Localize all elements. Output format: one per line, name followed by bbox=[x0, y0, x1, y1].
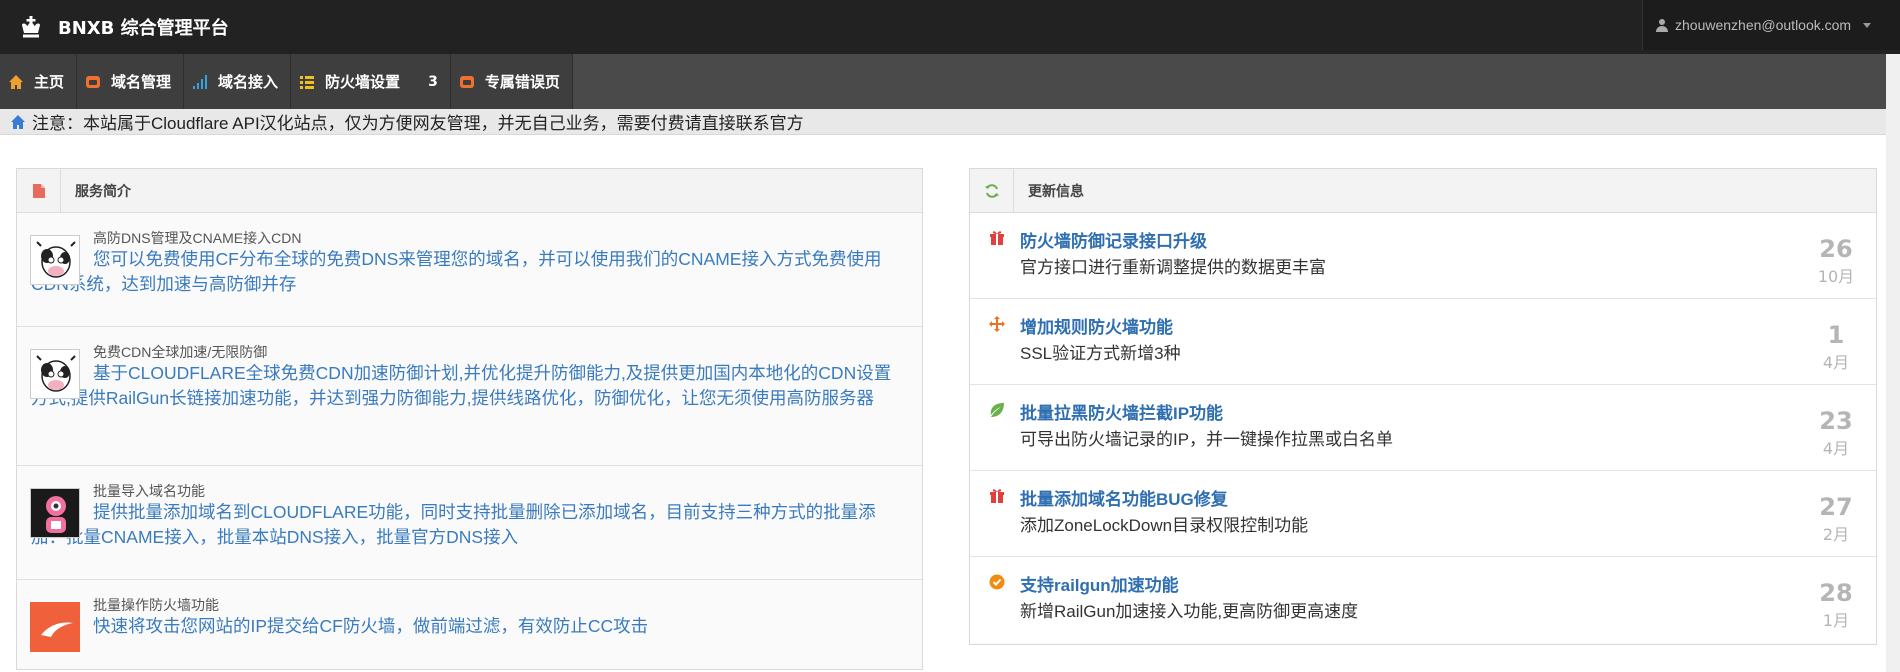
chess-king-logo-icon bbox=[22, 16, 40, 38]
user-icon bbox=[1656, 19, 1668, 32]
service-description[interactable]: 基于CLOUDFLARE全球免费CDN加速防御计划,并优化提升防御能力,及提供更… bbox=[31, 361, 908, 411]
update-day: 27 bbox=[1819, 493, 1853, 521]
user-menu[interactable]: zhouwenzhen@outlook.com bbox=[1642, 0, 1900, 50]
services-panel-title: 服务简介 bbox=[75, 183, 131, 200]
update-day: 26 bbox=[1819, 235, 1853, 263]
signal-icon bbox=[192, 74, 208, 90]
box-icon bbox=[459, 74, 475, 90]
robot-avatar-icon bbox=[30, 488, 80, 538]
main-nav: 主页 域名管理 域名接入 防火墙设置 3 专属错误页 bbox=[0, 54, 1900, 109]
updates-panel-title: 更新信息 bbox=[1028, 183, 1084, 200]
firewall-count-badge: 3 bbox=[428, 73, 438, 90]
update-item: 支持railgun加速功能 新增RailGun加速接入功能,更高防御更高速度 2… bbox=[970, 557, 1876, 643]
service-item: 批量操作防火墙功能 快速将攻击您网站的IP提交给CF防火墙，做前端过滤，有效防止… bbox=[17, 580, 922, 670]
scrollbar[interactable] bbox=[1886, 54, 1900, 672]
service-item: 批量导入域名功能 提供批量添加域名到CLOUDFLARE功能，同时支持批量删除已… bbox=[17, 466, 922, 580]
cow-avatar-icon bbox=[30, 235, 80, 285]
nav-label: 主页 bbox=[34, 73, 65, 91]
box-icon bbox=[85, 74, 101, 90]
update-month: 4月 bbox=[1822, 439, 1850, 458]
service-description[interactable]: 快速将攻击您网站的IP提交给CF防火墙，做前端过滤，有效防止CC攻击 bbox=[31, 614, 908, 639]
service-description[interactable]: 您可以免费使用CF分布全球的免费DNS来管理您的域名，并可以使用我们的CNAME… bbox=[31, 247, 908, 297]
nav-item-error-pages[interactable]: 专属错误页 bbox=[450, 54, 573, 109]
update-description: 可导出防火墙记录的IP，并一键操作拉黑或白名单 bbox=[1020, 430, 1394, 449]
service-item: 高防DNS管理及CNAME接入CDN 您可以免费使用CF分布全球的免费DNS来管… bbox=[17, 213, 922, 327]
check-circle-icon bbox=[989, 574, 1005, 590]
update-month: 10月 bbox=[1817, 267, 1855, 286]
service-item: 免费CDN全球加速/无限防御 基于CLOUDFLARE全球免费CDN加速防御计划… bbox=[17, 327, 922, 466]
service-description[interactable]: 提供批量添加域名到CLOUDFLARE功能，同时支持批量删除已添加域名，目前支持… bbox=[31, 500, 908, 550]
list-icon bbox=[299, 74, 315, 90]
chevron-down-icon bbox=[1863, 22, 1872, 28]
top-header: BNXB 综合管理平台 zhouwenzhen@outlook.com bbox=[0, 0, 1900, 54]
nav-item-domain-access[interactable]: 域名接入 bbox=[184, 54, 292, 109]
notice-bar: 注意：本站属于Cloudflare API汉化站点，仅为方便网友管理，并无自己业… bbox=[0, 109, 1886, 135]
gift-icon bbox=[990, 489, 1004, 503]
update-day: 23 bbox=[1819, 407, 1853, 435]
service-title: 批量操作防火墙功能 bbox=[93, 597, 219, 613]
updates-panel-header: 更新信息 bbox=[970, 168, 1876, 213]
cow-avatar-icon bbox=[30, 349, 80, 399]
nav-item-firewall[interactable]: 防火墙设置 3 bbox=[291, 54, 451, 109]
update-title-link[interactable]: 防火墙防御记录接口升级 bbox=[1020, 227, 1207, 252]
update-month: 4月 bbox=[1822, 353, 1850, 372]
service-title: 免费CDN全球加速/无限防御 bbox=[93, 344, 268, 360]
services-panel-header: 服务简介 bbox=[17, 168, 922, 213]
file-icon bbox=[17, 168, 61, 213]
user-email: zhouwenzhen@outlook.com bbox=[1675, 17, 1852, 33]
update-month: 2月 bbox=[1822, 525, 1850, 544]
brand[interactable]: BNXB 综合管理平台 bbox=[18, 0, 229, 54]
update-title-link[interactable]: 支持railgun加速功能 bbox=[1020, 571, 1179, 596]
nav-item-domains[interactable]: 域名管理 bbox=[77, 54, 185, 109]
home-icon bbox=[11, 114, 25, 129]
update-title-link[interactable]: 增加规则防火墙功能 bbox=[1020, 313, 1173, 338]
app-title: BNXB 综合管理平台 bbox=[58, 18, 229, 39]
update-title-link[interactable]: 批量拉黑防火墙拦截IP功能 bbox=[1020, 399, 1223, 424]
services-panel: 服务简介 高防DNS管理及CNAME接入CDN 您可以免费使用CF分布全球的免费… bbox=[16, 168, 923, 670]
nav-item-home[interactable]: 主页 bbox=[0, 54, 78, 109]
service-title: 高防DNS管理及CNAME接入CDN bbox=[93, 230, 302, 246]
update-description: 添加ZoneLockDown目录权限控制功能 bbox=[1020, 516, 1309, 535]
update-day: 28 bbox=[1819, 579, 1853, 607]
update-item: 防火墙防御记录接口升级 官方接口进行重新调整提供的数据更丰富 26 10月 bbox=[970, 213, 1876, 299]
nav-label: 专属错误页 bbox=[484, 73, 560, 91]
update-description: 官方接口进行重新调整提供的数据更丰富 bbox=[1020, 258, 1326, 277]
nav-label: 防火墙设置 bbox=[325, 73, 401, 91]
update-month: 1月 bbox=[1822, 611, 1850, 630]
update-day: 1 bbox=[1827, 321, 1845, 349]
refresh-icon bbox=[970, 168, 1014, 213]
notice-text: 注意：本站属于Cloudflare API汉化站点，仅为方便网友管理，并无自己业… bbox=[32, 114, 804, 133]
updates-panel: 更新信息 防火墙防御记录接口升级 官方接口进行重新调整提供的数据更丰富 26 1… bbox=[969, 168, 1877, 645]
gift-icon bbox=[990, 231, 1004, 245]
update-description: SSL验证方式新增3种 bbox=[1020, 344, 1181, 363]
home-icon bbox=[8, 74, 24, 90]
move-icon bbox=[989, 316, 1005, 332]
leaf-icon bbox=[990, 403, 1004, 417]
update-item: 批量拉黑防火墙拦截IP功能 可导出防火墙记录的IP，并一键操作拉黑或白名单 23… bbox=[970, 385, 1876, 471]
update-title-link[interactable]: 批量添加域名功能BUG修复 bbox=[1020, 485, 1228, 510]
update-item: 批量添加域名功能BUG修复 添加ZoneLockDown目录权限控制功能 27 … bbox=[970, 471, 1876, 557]
nav-label: 域名接入 bbox=[218, 73, 279, 91]
update-description: 新增RailGun加速接入功能,更高防御更高速度 bbox=[1020, 602, 1359, 621]
shield-avatar-icon bbox=[30, 602, 80, 652]
update-item: 增加规则防火墙功能 SSL验证方式新增3种 1 4月 bbox=[970, 299, 1876, 385]
service-title: 批量导入域名功能 bbox=[93, 483, 205, 499]
nav-label: 域名管理 bbox=[111, 73, 172, 91]
